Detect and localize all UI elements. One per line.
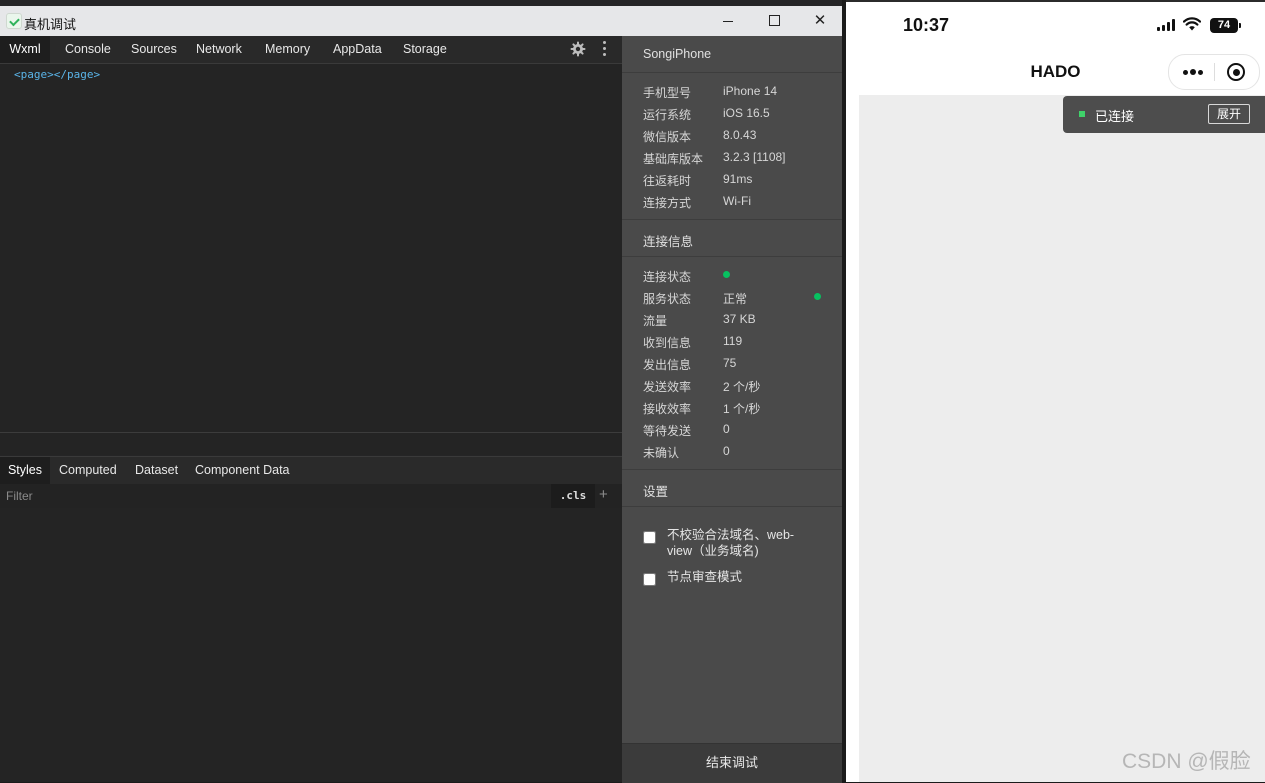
divider (622, 469, 842, 470)
connection-status-dot (723, 271, 730, 278)
conn-label-status: 连接状态 (643, 270, 692, 284)
device-name: SongiPhone (643, 47, 712, 61)
conn-label-pending: 等待发送 (643, 424, 692, 438)
phone-page-content (859, 95, 1265, 782)
conn-value-traffic: 37 KB (723, 312, 756, 326)
conn-value-receive-rate: 1 个/秒 (723, 402, 761, 416)
wxml-tree-pane: <page></page> (0, 64, 622, 432)
settings-header: 设置 (643, 485, 669, 499)
capsule-menu (1168, 54, 1260, 90)
conn-label-service: 服务状态 (643, 292, 692, 306)
info-label-os: 运行系统 (643, 108, 692, 122)
maximize-button[interactable] (751, 6, 797, 36)
connection-info-header: 连接信息 (643, 235, 694, 249)
devtools-tab-bar: Wxml Console Sources Network Memory AppD… (0, 36, 622, 64)
conn-value-pending: 0 (723, 422, 730, 436)
conn-label-sent: 发出信息 (643, 358, 692, 372)
conn-label-receive-rate: 接收效率 (643, 402, 692, 416)
connected-status-text: 已连接 (1095, 109, 1135, 124)
more-menu-icon[interactable] (1183, 69, 1203, 75)
node-inspect-label[interactable]: 节点审查模式 (667, 569, 817, 585)
cls-button[interactable]: .cls (551, 484, 595, 508)
tab-styles[interactable]: Styles (0, 457, 50, 484)
tab-memory[interactable]: Memory (265, 36, 310, 63)
connected-indicator (1079, 111, 1085, 117)
info-label-model: 手机型号 (643, 86, 692, 100)
info-value-lib-version: 3.2.3 [1108] (723, 150, 786, 164)
node-inspect-checkbox[interactable] (643, 573, 656, 586)
info-label-connection-type: 连接方式 (643, 196, 692, 210)
styles-tab-bar: Styles Computed Dataset Component Data (0, 456, 622, 485)
conn-value-received: 119 (723, 334, 743, 348)
tab-dataset[interactable]: Dataset (135, 457, 178, 484)
watermark: CSDN @假脸 (1122, 750, 1251, 773)
divider (622, 219, 842, 220)
info-label-wechat-version: 微信版本 (643, 130, 692, 144)
conn-label-send-rate: 发送效率 (643, 380, 692, 394)
info-label-rtt: 往返耗时 (643, 174, 692, 188)
conn-value-service: 正常 (723, 292, 748, 306)
conn-label-unconfirmed: 未确认 (643, 446, 680, 460)
device-info-panel: SongiPhone 手机型号 iPhone 14 运行系统 iOS 16.5 … (622, 36, 842, 783)
phone-frame-edge (846, 0, 1265, 2)
conn-label-received: 收到信息 (643, 336, 692, 350)
divider (622, 72, 842, 73)
add-style-button[interactable]: + (599, 486, 608, 503)
close-mini-program-icon[interactable] (1227, 63, 1245, 81)
skip-domain-check-label[interactable]: 不校验合法域名、web-view（业务域名) (667, 527, 817, 559)
connection-banner: 已连接 展开 (1063, 96, 1265, 133)
settings-gear-icon[interactable] (570, 41, 586, 57)
filter-input[interactable] (6, 488, 446, 504)
battery-icon: 74 (1210, 18, 1241, 33)
info-value-rtt: 91ms (723, 172, 753, 186)
info-label-lib-version: 基础库版本 (643, 152, 704, 166)
pane-gap (0, 433, 622, 455)
conn-label-traffic: 流量 (643, 314, 668, 328)
tab-network[interactable]: Network (196, 36, 242, 63)
info-value-connection-type: Wi-Fi (723, 194, 751, 208)
tab-wxml[interactable]: Wxml (0, 36, 50, 63)
capsule-divider (1214, 63, 1215, 81)
divider (622, 256, 842, 257)
close-button[interactable]: ✕ (797, 6, 843, 36)
tab-storage[interactable]: Storage (403, 36, 447, 63)
divider (622, 506, 842, 507)
conn-value-send-rate: 2 个/秒 (723, 380, 761, 394)
expand-button[interactable]: 展开 (1208, 104, 1250, 124)
more-options-icon[interactable] (603, 41, 607, 57)
filter-bar: .cls + (0, 484, 622, 508)
wxml-page-node[interactable]: <page></page> (14, 68, 100, 81)
conn-value-unconfirmed: 0 (723, 444, 730, 458)
tab-sources[interactable]: Sources (131, 36, 177, 63)
styles-pane (0, 508, 622, 782)
wifi-icon (1183, 17, 1201, 31)
window-title: 真机调试 (24, 17, 77, 32)
tab-appdata[interactable]: AppData (333, 36, 382, 63)
title-bar: 真机调试 ✕ (0, 6, 842, 36)
status-bar-time: 10:37 (903, 15, 950, 35)
info-value-model: iPhone 14 (723, 84, 778, 98)
tab-component-data[interactable]: Component Data (195, 457, 290, 484)
tab-computed[interactable]: Computed (59, 457, 117, 484)
info-value-wechat-version: 8.0.43 (723, 128, 757, 142)
info-value-os: iOS 16.5 (723, 106, 770, 120)
app-logo-icon (6, 13, 22, 29)
skip-domain-check-checkbox[interactable] (643, 531, 656, 544)
cellular-signal-icon (1157, 19, 1177, 31)
end-debug-button[interactable]: 结束调试 (622, 743, 842, 783)
minimize-button[interactable] (705, 6, 751, 36)
tab-console[interactable]: Console (65, 36, 111, 63)
service-status-dot (814, 293, 821, 300)
conn-value-sent: 75 (723, 356, 737, 370)
